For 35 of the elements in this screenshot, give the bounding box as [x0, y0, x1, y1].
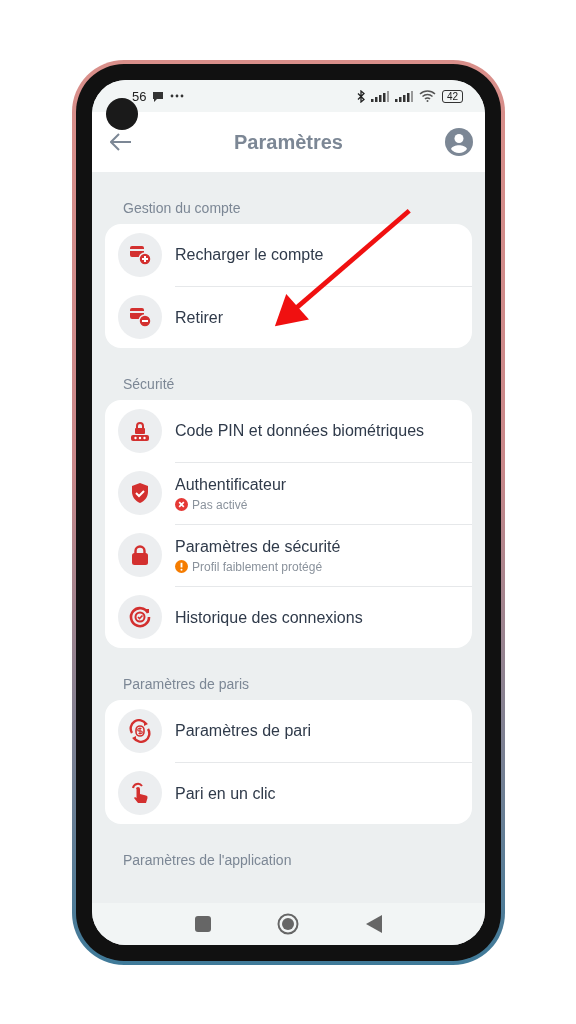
back-icon[interactable] [365, 915, 382, 933]
signal-icon [394, 90, 413, 102]
warning-icon [175, 560, 188, 573]
lock-keypad-icon [128, 419, 152, 443]
status-note: Pas activé [192, 497, 248, 512]
settings-item[interactable]: Historique des connexions [175, 608, 472, 627]
section-header: Gestion du compte [122, 199, 242, 218]
money-exchange-icon [128, 719, 152, 743]
history-icon [128, 605, 152, 629]
message-icon [152, 90, 165, 102]
settings-item[interactable]: Code PIN et données biométriques [175, 422, 472, 440]
recents-icon[interactable] [195, 916, 212, 932]
more-icon [170, 94, 185, 98]
back-arrow-icon[interactable] [110, 133, 132, 151]
settings-item[interactable]: Authentificateur [175, 475, 472, 494]
settings-item[interactable]: Paramètres de pari [175, 722, 472, 740]
error-icon [175, 498, 188, 511]
battery-level: 42 [441, 89, 463, 103]
signal-icon [370, 90, 389, 102]
section-header: Sécurité [122, 375, 176, 394]
bluetooth-icon [356, 89, 365, 103]
profile-icon[interactable] [445, 128, 473, 156]
settings-item[interactable]: Retirer [175, 308, 472, 327]
wifi-icon [418, 90, 436, 102]
section-header: Paramètres de paris [122, 675, 251, 694]
settings-item[interactable]: Paramètres de sécurité [175, 537, 472, 556]
status-note: Profil faiblement protégé [192, 559, 323, 574]
section-header: Paramètres de l'application [122, 851, 293, 870]
page-title: Paramètres [233, 130, 344, 154]
settings-item[interactable]: Pari en un clic [175, 784, 472, 803]
status-time: 56 [132, 88, 147, 104]
home-icon[interactable] [277, 913, 300, 935]
card-add-icon [128, 243, 152, 267]
card-remove-icon [128, 305, 152, 329]
settings-item[interactable]: Recharger le compte [175, 246, 472, 264]
